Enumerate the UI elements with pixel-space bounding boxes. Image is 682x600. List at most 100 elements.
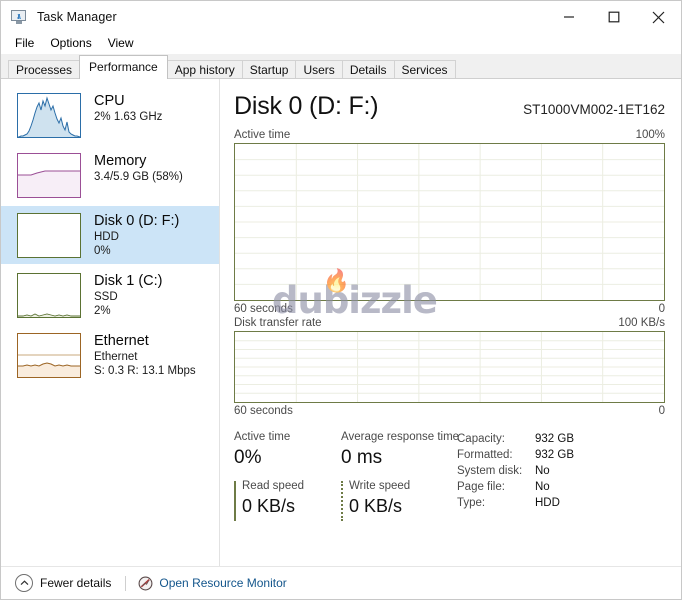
write-speed-label: Write speed bbox=[349, 480, 411, 492]
sidebar-item-label: Disk 0 (D: F:) bbox=[94, 213, 180, 229]
active-time-graph-axis: 60 seconds 0 bbox=[234, 302, 665, 316]
write-speed-stat: Write speed 0 KB/s bbox=[341, 479, 448, 521]
info-row-page-file: Page file: No bbox=[457, 479, 665, 495]
active-time-graph[interactable] bbox=[234, 143, 665, 301]
disk1-thumbnail-graph bbox=[17, 273, 81, 318]
info-row-system-disk: System disk: No bbox=[457, 463, 665, 479]
transfer-rate-x-left: 60 seconds bbox=[234, 405, 293, 417]
title-bar: Task Manager bbox=[1, 1, 681, 33]
active-time-stat-value: 0% bbox=[234, 447, 262, 468]
info-value: 932 GB bbox=[535, 433, 574, 445]
sidebar-item-memory[interactable]: Memory 3.4/5.9 GB (58%) bbox=[1, 146, 219, 204]
info-value: No bbox=[535, 465, 550, 477]
transfer-rate-graph[interactable] bbox=[234, 331, 665, 403]
sidebar-item-detail: Ethernet bbox=[94, 351, 138, 363]
panel-header: Disk 0 (D: F:) ST1000VM002-1ET162 bbox=[234, 91, 665, 121]
active-time-stat: Active time 0% bbox=[234, 430, 341, 470]
sidebar-item-usage: 0% bbox=[94, 245, 111, 257]
disk-model-label: ST1000VM002-1ET162 bbox=[523, 102, 665, 117]
sidebar-cpu-text: CPU 2% 1.63 GHz bbox=[94, 92, 162, 124]
info-row-type: Type: HDD bbox=[457, 495, 665, 511]
info-value: HDD bbox=[535, 497, 560, 509]
active-time-graph-max: 100% bbox=[635, 129, 665, 141]
disk-info-list: Capacity: 932 GB Formatted: 932 GB Syste… bbox=[457, 430, 665, 518]
tab-strip: Processes Performance App history Startu… bbox=[1, 54, 681, 79]
maximize-icon[interactable] bbox=[591, 1, 636, 33]
tab-startup[interactable]: Startup bbox=[241, 60, 297, 78]
menu-bar: File Options View bbox=[1, 33, 681, 54]
sidebar-item-detail: 2% 1.63 GHz bbox=[94, 111, 163, 123]
sidebar-item-usage: 2% bbox=[94, 305, 111, 317]
info-value: 932 GB bbox=[535, 449, 574, 461]
info-key: Formatted: bbox=[457, 449, 513, 461]
tab-services[interactable]: Services bbox=[393, 60, 456, 78]
tab-users[interactable]: Users bbox=[295, 60, 343, 78]
write-speed-value: 0 KB/s bbox=[349, 496, 403, 516]
task-manager-icon bbox=[11, 9, 28, 25]
transfer-rate-graph-axis: 60 seconds 0 bbox=[234, 404, 665, 418]
resource-monitor-icon bbox=[138, 576, 153, 591]
sidebar-disk1-text: Disk 1 (C:) SSD 2% bbox=[94, 272, 162, 318]
active-time-x-right: 0 bbox=[658, 303, 665, 315]
sidebar-item-cpu[interactable]: CPU 2% 1.63 GHz bbox=[1, 86, 219, 144]
read-speed-stat: Read speed 0 KB/s bbox=[234, 479, 341, 521]
stats-left-column: Active time 0% Average response time 0 m… bbox=[234, 430, 460, 521]
sidebar-memory-text: Memory 3.4/5.9 GB (58%) bbox=[94, 152, 183, 184]
primary-stats-row: Active time 0% Average response time 0 m… bbox=[234, 430, 460, 470]
status-bar: Fewer details Open Resource Monitor bbox=[1, 566, 681, 599]
sidebar-disk0-text: Disk 0 (D: F:) HDD 0% bbox=[94, 212, 179, 258]
sidebar-item-disk1[interactable]: Disk 1 (C:) SSD 2% bbox=[1, 266, 219, 324]
chevron-up-icon bbox=[15, 574, 33, 592]
sidebar-ethernet-text: Ethernet Ethernet S: 0.3 R: 13.1 Mbps bbox=[94, 332, 196, 378]
active-time-graph-labels: Active time 100% bbox=[234, 128, 665, 142]
read-speed-legend-bar bbox=[234, 481, 236, 521]
info-row-formatted: Formatted: 932 GB bbox=[457, 447, 665, 463]
active-time-stat-label: Active time bbox=[234, 431, 291, 443]
ethernet-thumbnail-graph bbox=[17, 333, 81, 378]
response-time-stat-value: 0 ms bbox=[341, 447, 383, 468]
menu-item-options[interactable]: Options bbox=[44, 35, 99, 53]
cpu-thumbnail-graph bbox=[17, 93, 81, 138]
transfer-rate-graph-labels: Disk transfer rate 100 KB/s bbox=[234, 316, 665, 330]
tab-processes[interactable]: Processes bbox=[8, 60, 81, 78]
response-time-stat-label: Average response time bbox=[341, 431, 460, 443]
menu-item-view[interactable]: View bbox=[102, 35, 142, 53]
transfer-rate-graph-title: Disk transfer rate bbox=[234, 317, 322, 329]
speed-stats-row: Read speed 0 KB/s Write speed 0 KB/s bbox=[234, 479, 457, 521]
sidebar-item-detail: 3.4/5.9 GB (58%) bbox=[94, 171, 183, 183]
sidebar-item-disk0[interactable]: Disk 0 (D: F:) HDD 0% bbox=[1, 206, 219, 264]
info-value: No bbox=[535, 481, 550, 493]
close-icon[interactable] bbox=[636, 1, 681, 33]
status-separator bbox=[125, 575, 127, 591]
active-time-graph-title: Active time bbox=[234, 129, 291, 141]
sidebar-item-throughput: S: 0.3 R: 13.1 Mbps bbox=[94, 365, 196, 377]
page-title: Disk 0 (D: F:) bbox=[234, 92, 379, 120]
response-time-stat: Average response time 0 ms bbox=[341, 430, 460, 470]
sidebar-item-ethernet[interactable]: Ethernet Ethernet S: 0.3 R: 13.1 Mbps bbox=[1, 326, 219, 384]
tab-details[interactable]: Details bbox=[341, 60, 395, 78]
sidebar-item-detail: HDD bbox=[94, 231, 119, 243]
fewer-details-button[interactable]: Fewer details bbox=[15, 574, 111, 592]
write-speed-legend-bar bbox=[341, 481, 343, 521]
menu-item-file[interactable]: File bbox=[9, 35, 42, 53]
disk0-thumbnail-graph bbox=[17, 213, 81, 258]
open-resource-monitor-link[interactable]: Open Resource Monitor bbox=[138, 576, 287, 591]
info-key: Type: bbox=[457, 497, 486, 509]
sidebar-item-detail: SSD bbox=[94, 291, 118, 303]
window-controls bbox=[546, 1, 681, 33]
read-speed-label: Read speed bbox=[242, 480, 305, 492]
sidebar-item-label: Ethernet bbox=[94, 333, 149, 349]
transfer-rate-x-right: 0 bbox=[658, 405, 665, 417]
read-speed-value: 0 KB/s bbox=[242, 496, 296, 516]
transfer-rate-graph-max: 100 KB/s bbox=[618, 317, 665, 329]
tab-app-history[interactable]: App history bbox=[166, 60, 243, 78]
info-key: Page file: bbox=[457, 481, 505, 493]
tab-performance[interactable]: Performance bbox=[79, 55, 168, 79]
resource-sidebar: CPU 2% 1.63 GHz Memory 3.4/5.9 GB (58%) bbox=[1, 79, 220, 597]
minimize-icon[interactable] bbox=[546, 1, 591, 33]
info-key: System disk: bbox=[457, 465, 523, 477]
sidebar-item-label: Disk 1 (C:) bbox=[94, 273, 163, 289]
window-title: Task Manager bbox=[37, 10, 117, 24]
open-resource-monitor-label: Open Resource Monitor bbox=[159, 576, 287, 590]
memory-thumbnail-graph bbox=[17, 153, 81, 198]
